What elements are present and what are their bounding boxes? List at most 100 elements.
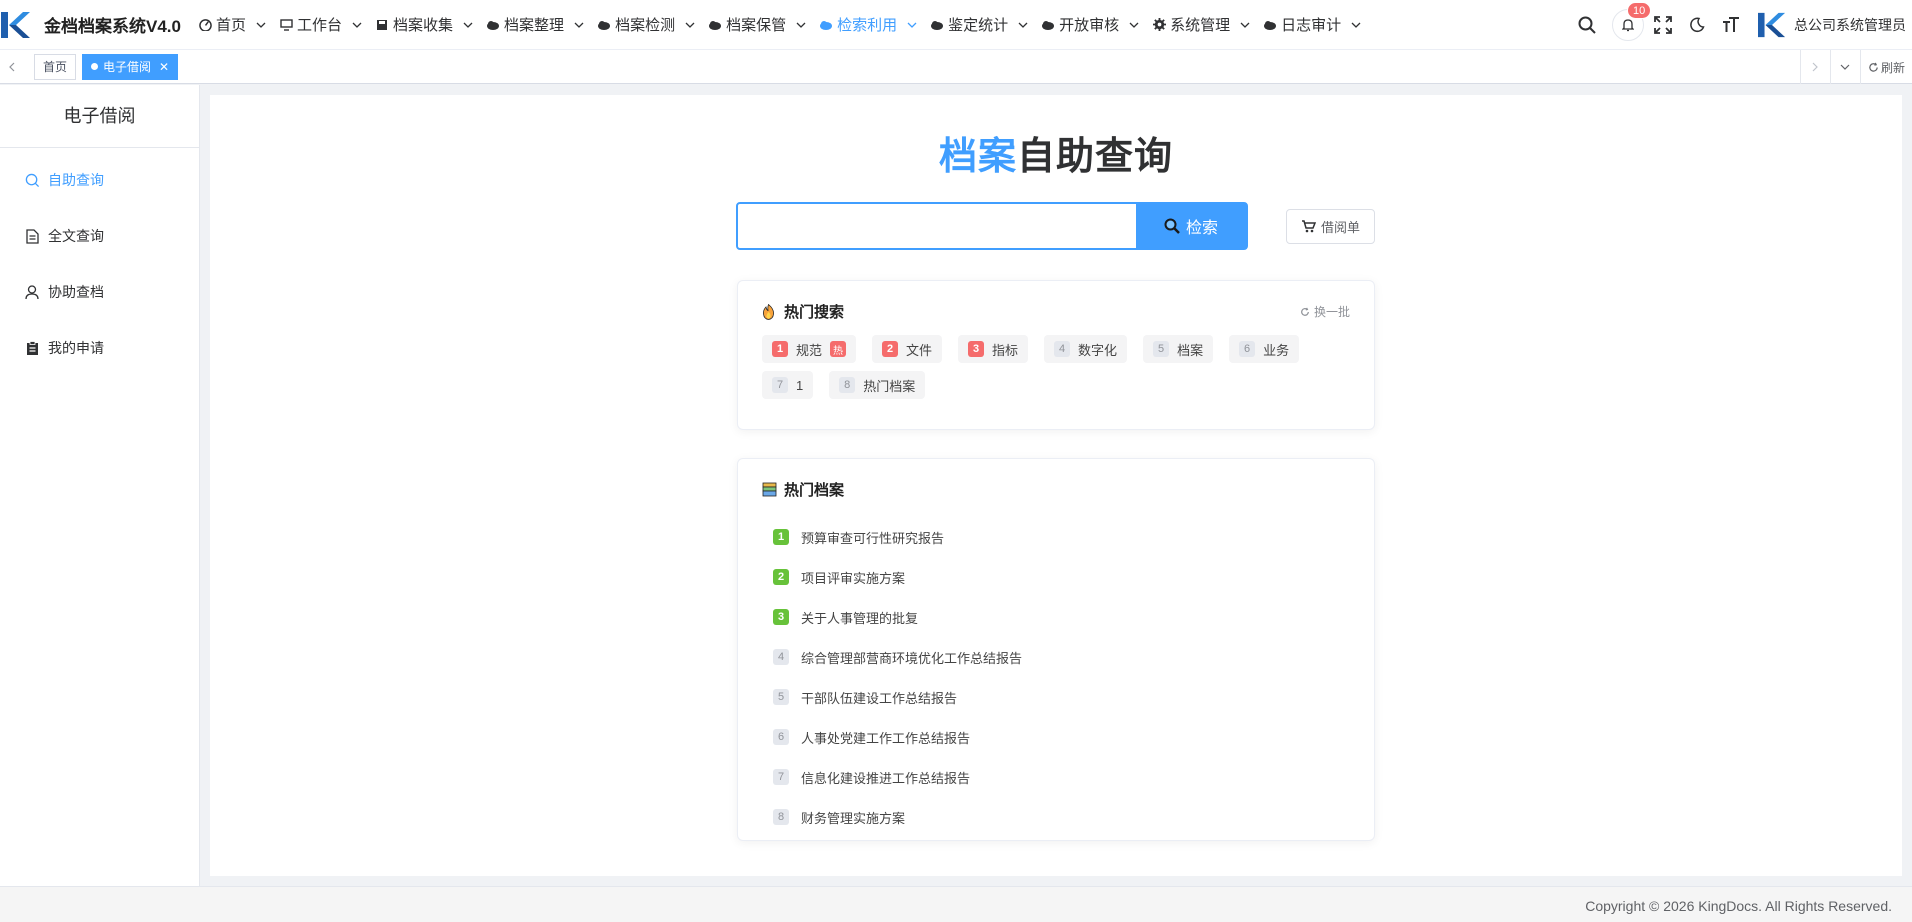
tags-menu-button[interactable] [1829,50,1860,84]
list-item[interactable]: 1 预算审查可行性研究报告 [773,517,1022,557]
hot-search-card: 热门搜索 换一批 1 规范 热 2 文件 3 指标 4 数字化 5 档案 6 业… [737,280,1375,430]
tag-label: 电子借阅 [103,59,152,74]
search-icon [24,172,40,188]
list-item[interactable]: 6 人事处党建工作工作总结报告 [773,717,1022,757]
tag-current[interactable]: 电子借阅 ✕ [82,53,179,80]
list-item[interactable]: 5 干部队伍建设工作总结报告 [773,677,1022,717]
chip-label: 业务 [1263,342,1290,358]
logo-area[interactable]: 金档档案系统V4.0 [0,0,190,50]
archive-title: 干部队伍建设工作总结报告 [801,690,958,706]
nav-item-open-review[interactable]: 开放审核 [1036,0,1147,50]
chevron-down-icon [796,22,806,28]
hot-search-chip[interactable]: 8 热门档案 [829,371,926,399]
chip-label: 数字化 [1078,342,1118,358]
chip-label: 文件 [906,342,933,358]
kingdocs-logo-icon [1,11,30,38]
rank-badge: 8 [839,377,856,393]
hot-search-chip[interactable]: 1 规范 热 [762,335,857,363]
nav-item-storage[interactable]: 档案保管 [703,0,814,50]
user-icon [24,284,40,300]
hot-search-chip[interactable]: 3 指标 [958,335,1029,363]
hot-search-chip[interactable]: 7 1 [762,371,814,399]
sidebar-menu: 自助查询 全文查询 协助查档 我的申请 [0,148,199,376]
archive-title: 项目评审实施方案 [801,570,906,586]
chevron-down-icon [352,22,362,28]
search-icon[interactable] [1576,14,1598,36]
list-item[interactable]: 4 综合管理部营商环境优化工作总结报告 [773,637,1022,677]
refresh-icon [1300,307,1310,317]
sidebar-title: 电子借阅 [0,85,199,148]
fire-icon [762,303,778,320]
hot-archives-header: 热门档案 [762,479,844,500]
sidebar-item-self-query[interactable]: 自助查询 [0,152,199,208]
user-name[interactable]: 总公司系统管理员 [1794,15,1906,35]
cloud-icon [486,18,500,32]
sidebar-item-fulltext-query[interactable]: 全文查询 [0,208,199,264]
scroll-left-button[interactable] [0,50,24,84]
fullscreen-icon[interactable] [1652,14,1674,36]
bell-icon [1622,18,1634,31]
nav-label: 档案整理 [504,17,565,34]
list-item[interactable]: 3 关于人事管理的批复 [773,597,1022,637]
chevron-down-icon [1351,22,1361,28]
chevron-down-icon [1841,64,1850,70]
chip-label: 1 [796,377,804,393]
nav-item-collection[interactable]: 档案收集 [370,0,481,50]
scroll-right-button[interactable] [1799,50,1830,84]
refresh-label: 刷新 [1880,60,1905,75]
hot-search-chip[interactable]: 5 档案 [1143,335,1214,363]
nav-item-system[interactable]: 系统管理 [1147,0,1258,50]
hot-search-chip[interactable]: 2 文件 [872,335,943,363]
refresh-button[interactable]: 刷新 [1859,50,1912,84]
sidebar-item-my-applications[interactable]: 我的申请 [0,320,199,376]
hot-search-chip[interactable]: 4 数字化 [1044,335,1128,363]
font-size-icon[interactable] [1720,14,1742,36]
search-button[interactable]: 检索 [1136,204,1246,248]
nav-item-retrieval[interactable]: 检索利用 [814,0,925,50]
nav-item-appraisal[interactable]: 鉴定统计 [925,0,1036,50]
nav-item-home[interactable]: 首页 [193,0,274,50]
nav-item-workbench[interactable]: 工作台 [274,0,370,50]
tags-tools: 刷新 [1799,50,1912,84]
nav-item-log-audit[interactable]: 日志审计 [1258,0,1369,50]
nav-label: 工作台 [297,17,343,34]
nav-label: 档案保管 [726,17,787,34]
sidebar: 电子借阅 自助查询 全文查询 协助查档 我的申请 [0,85,200,886]
nav-label: 鉴定统计 [948,17,1009,34]
cloud-icon [1041,18,1055,32]
change-batch-button[interactable]: 换一批 [1300,303,1350,320]
monitor-icon [279,18,293,32]
hot-badge: 热 [830,341,847,357]
clipboard-icon [24,340,40,356]
rank-badge: 6 [1239,341,1256,357]
nav-item-arrangement[interactable]: 档案整理 [481,0,592,50]
borrow-list-button[interactable]: 借阅单 [1286,209,1375,244]
archive-title: 关于人事管理的批复 [801,610,919,626]
sidebar-item-label: 我的申请 [48,340,104,356]
search-input[interactable] [738,204,1136,248]
notification-button[interactable]: 10 [1612,2,1652,41]
gear-icon [1152,18,1166,32]
chevron-left-icon [9,62,15,71]
nav-item-inspection[interactable]: 档案检测 [592,0,703,50]
rank-badge: 3 [773,609,789,625]
nav-label: 档案收集 [393,17,454,34]
rank-badge: 4 [773,649,789,665]
dark-mode-icon[interactable] [1686,14,1708,36]
sidebar-item-assisted-lookup[interactable]: 协助查档 [0,264,199,320]
sidebar-item-label: 自助查询 [48,172,104,188]
list-item[interactable]: 7 信息化建设推进工作总结报告 [773,757,1022,797]
hot-search-list: 1 规范 热 2 文件 3 指标 4 数字化 5 档案 6 业务 7 1 8 热… [762,335,1362,407]
list-item[interactable]: 2 项目评审实施方案 [773,557,1022,597]
main-nav: 首页 工作台 档案收集 档案整理 档案检测 档案保管 检索利用 鉴定统计 开放审… [193,0,1369,50]
nav-label: 系统管理 [1170,17,1231,34]
avatar[interactable] [1758,11,1786,39]
nav-label: 检索利用 [837,17,898,34]
hot-search-chip[interactable]: 6 业务 [1229,335,1300,363]
nav-label: 日志审计 [1281,17,1342,34]
header-tools: 10 总公司系统管理员 [1576,0,1912,50]
rank-badge: 7 [773,769,789,785]
list-item[interactable]: 8 财务管理实施方案 [773,797,1022,837]
close-icon[interactable]: ✕ [159,55,169,79]
tag-home[interactable]: 首页 [34,53,77,80]
